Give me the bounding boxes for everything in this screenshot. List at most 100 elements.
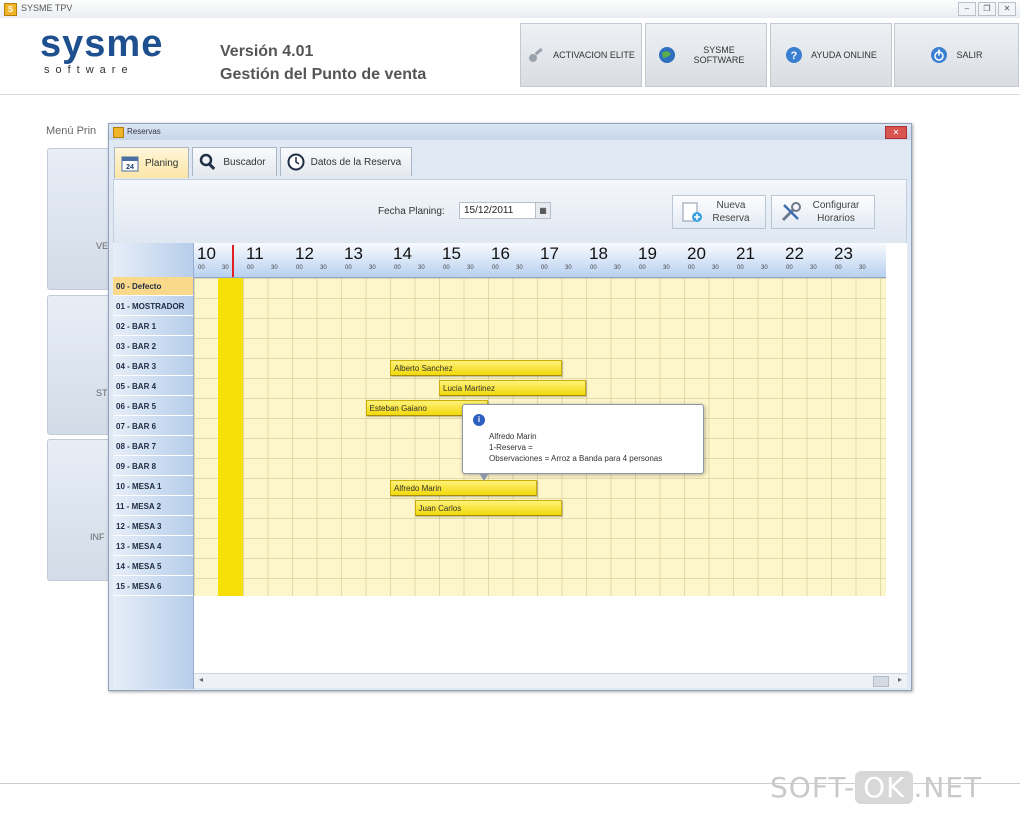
reservation-bar[interactable]: Juan Carlos: [414, 500, 562, 516]
hour-label: 12: [295, 244, 314, 263]
tools-icon: [781, 202, 801, 222]
hour-label: 14: [393, 244, 412, 263]
minute-label: 30: [859, 265, 866, 271]
nueva-reserva-button[interactable]: Nueva Reserva: [672, 195, 766, 229]
scroll-left-icon[interactable]: ◂: [199, 675, 203, 684]
activacion-elite-button[interactable]: ACTIVACION ELITE: [520, 23, 642, 87]
current-time-marker: [232, 245, 234, 277]
minute-label: 30: [271, 265, 278, 271]
tab-datos-reserva[interactable]: Datos de la Reserva: [279, 147, 413, 176]
row-label[interactable]: 13 - MESA 4: [113, 537, 193, 556]
version-label: Versión 4.01: [220, 43, 314, 60]
fecha-planing-input[interactable]: 15/12/2011 ▦: [459, 202, 551, 219]
row-label[interactable]: 08 - BAR 7: [113, 437, 193, 456]
minute-label: 00: [345, 265, 352, 271]
app-subtitle: Gestión del Punto de venta: [220, 66, 427, 83]
reservas-dialog: Reservas ✕ 24 Planing Buscador Datos de …: [108, 123, 912, 691]
row-label[interactable]: 06 - BAR 5: [113, 397, 193, 416]
hour-column-header: 21 00 30: [733, 243, 782, 277]
menu-tile-informes[interactable]: INF: [47, 439, 111, 581]
row-label[interactable]: 11 - MESA 2: [113, 497, 193, 516]
row-label[interactable]: 03 - BAR 2: [113, 337, 193, 356]
app-title: SYSME TPV: [21, 3, 73, 13]
hour-label: 18: [589, 244, 608, 263]
row-header-column: 00 - Defecto 01 - MOSTRADOR 02 - BAR 1 03 -…: [113, 243, 194, 689]
hour-column-header: 18 00 30: [586, 243, 635, 277]
dialog-app-icon: [113, 127, 124, 138]
magnifier-icon: [200, 153, 216, 170]
row-label[interactable]: 00 - Defecto: [113, 277, 193, 296]
minute-label: 00: [590, 265, 597, 271]
hour-label: 21: [736, 244, 755, 263]
hour-label: 22: [785, 244, 804, 263]
planing-toolbar: Fecha Planing: 15/12/2011 ▦ Nueva Reserv…: [113, 179, 907, 244]
hour-label: 10: [197, 244, 216, 263]
scroll-right-icon[interactable]: ▸: [898, 675, 902, 684]
minimize-button[interactable]: –: [958, 2, 976, 16]
minute-label: 30: [369, 265, 376, 271]
hour-column-header: 16 00 30: [488, 243, 537, 277]
row-label[interactable]: 09 - BAR 8: [113, 457, 193, 476]
horizontal-scrollbar[interactable]: ◂ ▸: [194, 673, 907, 688]
dialog-title: Reservas: [127, 127, 161, 136]
minute-label: 00: [198, 265, 205, 271]
tab-planing[interactable]: 24 Planing: [114, 147, 190, 178]
hour-label: 11: [246, 244, 264, 263]
window-controls: – ❐ ✕: [958, 2, 1016, 16]
row-label[interactable]: 15 - MESA 6: [113, 577, 193, 596]
minute-label: 00: [541, 265, 548, 271]
row-label[interactable]: 04 - BAR 3: [113, 357, 193, 376]
menu-tile-ventas[interactable]: VE: [47, 148, 111, 290]
configurar-horarios-button[interactable]: Configurar Horarios: [771, 195, 875, 229]
minute-label: 30: [761, 265, 768, 271]
hour-column-header: 23 00 30: [831, 243, 880, 277]
hour-column-header: 17 00 30: [537, 243, 586, 277]
row-label[interactable]: 14 - MESA 5: [113, 557, 193, 576]
tooltip-observaciones: Observaciones = Arroz a Banda para 4 per…: [489, 454, 663, 463]
reservation-bar[interactable]: Alberto Sanchez: [390, 360, 562, 376]
sysme-software-button[interactable]: SYSME SOFTWARE: [645, 23, 767, 87]
reservation-tooltip: i Alfredo Marin 1-Reserva = Observacione…: [462, 404, 704, 481]
ayuda-online-button[interactable]: ? AYUDA ONLINE: [770, 23, 892, 87]
app-header: sysme software Versión 4.01 Gestión del …: [0, 18, 1020, 95]
watermark: SOFT- OK .NET: [770, 771, 983, 804]
hour-column-header: 20 00 30: [684, 243, 733, 277]
hour-label: 16: [491, 244, 510, 263]
row-label[interactable]: 07 - BAR 6: [113, 417, 193, 436]
close-button[interactable]: ✕: [998, 2, 1016, 16]
minute-label: 00: [247, 265, 254, 271]
minute-label: 30: [712, 265, 719, 271]
hour-label: 19: [638, 244, 657, 263]
hour-column-header: 10 00 30: [194, 243, 243, 277]
app-titlebar: S SYSME TPV – ❐ ✕: [0, 0, 1020, 19]
svg-text:24: 24: [126, 164, 134, 171]
dialog-close-button[interactable]: ✕: [885, 126, 907, 139]
power-icon: [931, 47, 948, 63]
minute-label: 30: [516, 265, 523, 271]
row-label[interactable]: 05 - BAR 4: [113, 377, 193, 396]
row-label[interactable]: 12 - MESA 3: [113, 517, 193, 536]
minute-label: 00: [639, 265, 646, 271]
tooltip-reserva: 1-Reserva =: [489, 443, 533, 452]
minute-label: 00: [492, 265, 499, 271]
menu-tile-stock[interactable]: ST: [47, 295, 111, 435]
dialog-tabs: 24 Planing Buscador Datos de la Reserva: [114, 147, 413, 178]
minute-label: 00: [835, 265, 842, 271]
tab-buscador[interactable]: Buscador: [192, 147, 277, 176]
current-time-column: [218, 278, 243, 596]
row-label[interactable]: 02 - BAR 1: [113, 317, 193, 336]
salir-button[interactable]: SALIR: [894, 23, 1019, 87]
hour-column-header: 11 00 30: [243, 243, 292, 277]
fecha-planing-label: Fecha Planing:: [378, 206, 445, 217]
maximize-button[interactable]: ❐: [978, 2, 996, 16]
row-label[interactable]: 10 - MESA 1: [113, 477, 193, 496]
hour-column-header: 15 00 30: [439, 243, 488, 277]
minute-label: 30: [663, 265, 670, 271]
dialog-titlebar: Reservas ✕: [109, 124, 911, 140]
calendar-picker-icon[interactable]: ▦: [535, 203, 550, 218]
row-label[interactable]: 01 - MOSTRADOR: [113, 297, 193, 316]
scroll-thumb[interactable]: [873, 676, 889, 687]
hour-label: 17: [540, 244, 559, 263]
reservation-bar[interactable]: Lucia Martinez: [439, 380, 586, 396]
reservation-bar[interactable]: Alfredo Marin: [390, 480, 537, 496]
